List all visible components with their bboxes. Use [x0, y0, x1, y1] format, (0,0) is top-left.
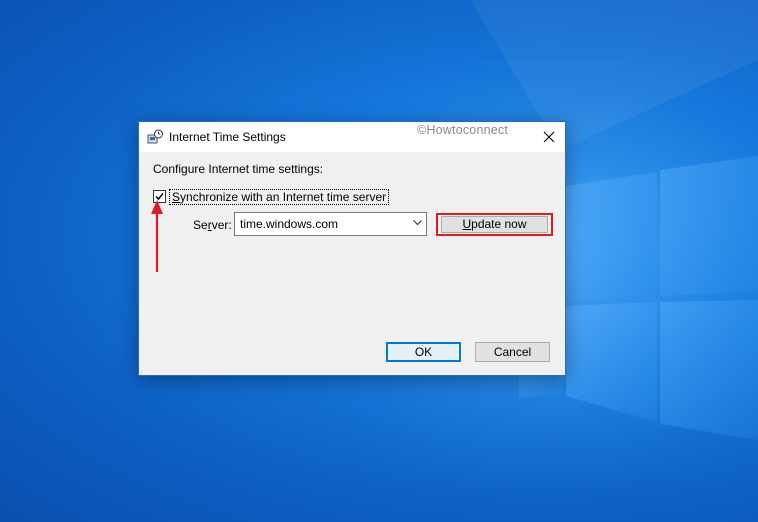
close-button[interactable]	[533, 122, 565, 152]
configure-heading: Configure Internet time settings:	[153, 162, 324, 176]
cancel-button[interactable]: Cancel	[475, 342, 550, 362]
watermark-text: ©Howtoconnect	[417, 123, 509, 137]
red-arrow-icon	[151, 200, 163, 272]
update-label: pdate now	[471, 217, 527, 231]
clock-network-icon	[147, 129, 163, 145]
close-icon	[543, 131, 555, 143]
internet-time-settings-dialog: Internet Time Settings ©Howtoconnect Con…	[138, 121, 566, 376]
update-now-button[interactable]: Update now	[441, 216, 548, 233]
server-label-start: Se	[193, 218, 208, 232]
dialog-title: Internet Time Settings	[169, 130, 286, 144]
dialog-titlebar[interactable]: Internet Time Settings ©Howtoconnect	[139, 122, 565, 152]
sync-label-accesskey: S	[172, 190, 181, 204]
server-label-end: ver:	[211, 218, 232, 232]
ok-button[interactable]: OK	[386, 342, 461, 362]
chevron-down-icon	[413, 220, 422, 226]
server-value: time.windows.com	[240, 217, 339, 231]
server-label: Server:	[193, 218, 232, 232]
update-accesskey: U	[462, 217, 472, 231]
server-dropdown[interactable]: time.windows.com	[234, 212, 427, 236]
sync-label-text: ynchronize with an Internet time server	[180, 190, 387, 204]
sync-checkbox-label[interactable]: Synchronize with an Internet time server	[169, 189, 390, 205]
